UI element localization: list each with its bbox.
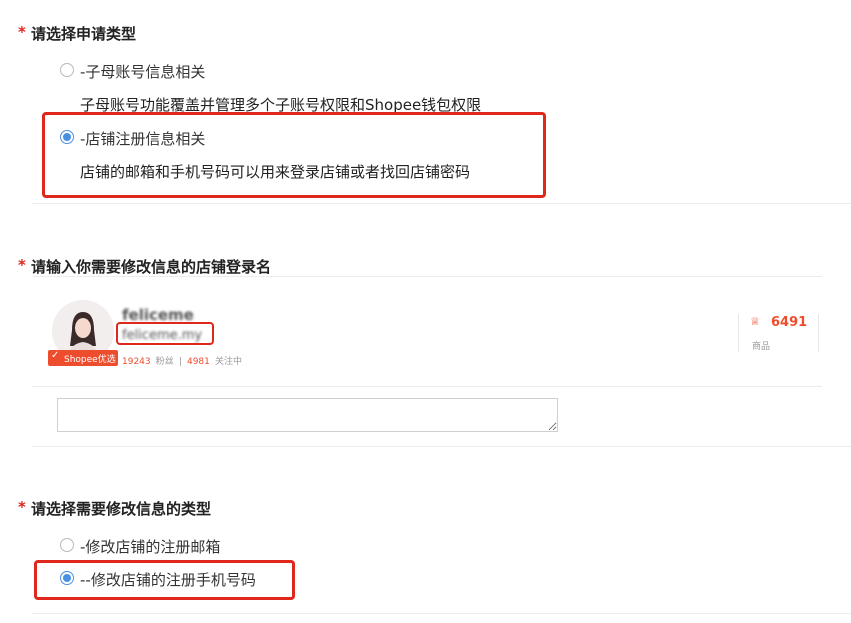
followers-count: 19243 (122, 357, 151, 367)
radio-option-modify-phone[interactable]: --修改店铺的注册手机号码 (58, 569, 288, 591)
radio-button-checked[interactable] (60, 571, 74, 585)
shop-login-textarea[interactable] (57, 398, 558, 432)
shop-stats: 19243 粉丝 | 4981 关注中 (122, 357, 242, 367)
divider (32, 386, 822, 387)
products-count: 6491 (771, 315, 808, 330)
radio-button[interactable] (60, 63, 74, 77)
check-icon: ✓ (51, 350, 60, 361)
option-label: -修改店铺的注册邮箱 (80, 538, 221, 556)
option-label: -店铺注册信息相关 (80, 130, 206, 148)
required-star: * (18, 498, 26, 516)
divider (32, 203, 851, 204)
badge-label: Shopee优选 (64, 355, 116, 365)
highlight-box (116, 322, 214, 345)
section-title-shop-login: 请输入你需要修改信息的店铺登录名 (31, 258, 272, 276)
option-label: -子母账号信息相关 (80, 63, 206, 81)
divider (32, 276, 822, 277)
radio-button-checked[interactable] (60, 130, 74, 144)
shopee-preferred-badge: ✓ Shopee优选 (48, 350, 118, 366)
option-description: 店铺的邮箱和手机号码可以用来登录店铺或者找回店铺密码 (80, 163, 471, 181)
products-label: 商品 (752, 342, 771, 352)
divider (32, 613, 851, 614)
following-label: 关注中 (214, 357, 242, 367)
products-icon: ♕ (750, 315, 760, 328)
highlight-box (42, 112, 546, 198)
vertical-divider (738, 314, 739, 352)
radio-option-sub-account[interactable]: -子母账号信息相关 (58, 60, 358, 82)
radio-option-modify-email[interactable]: -修改店铺的注册邮箱 (58, 535, 318, 557)
following-count: 4981 (186, 357, 210, 367)
option-label: --修改店铺的注册手机号码 (80, 571, 256, 589)
divider (32, 446, 851, 447)
shop-card[interactable]: ✓ Shopee优选 feliceme feliceme.my 19243 粉丝… (48, 292, 828, 372)
followers-label: 粉丝 (155, 357, 174, 367)
required-star: * (18, 256, 26, 274)
required-star: * (18, 23, 26, 41)
radio-button[interactable] (60, 538, 74, 552)
section-title-modify-type: 请选择需要修改信息的类型 (31, 500, 212, 518)
radio-option-shop-registration[interactable]: -店铺注册信息相关 (58, 128, 358, 150)
section-title-apply-type: 请选择申请类型 (31, 25, 137, 43)
vertical-divider (818, 314, 819, 352)
